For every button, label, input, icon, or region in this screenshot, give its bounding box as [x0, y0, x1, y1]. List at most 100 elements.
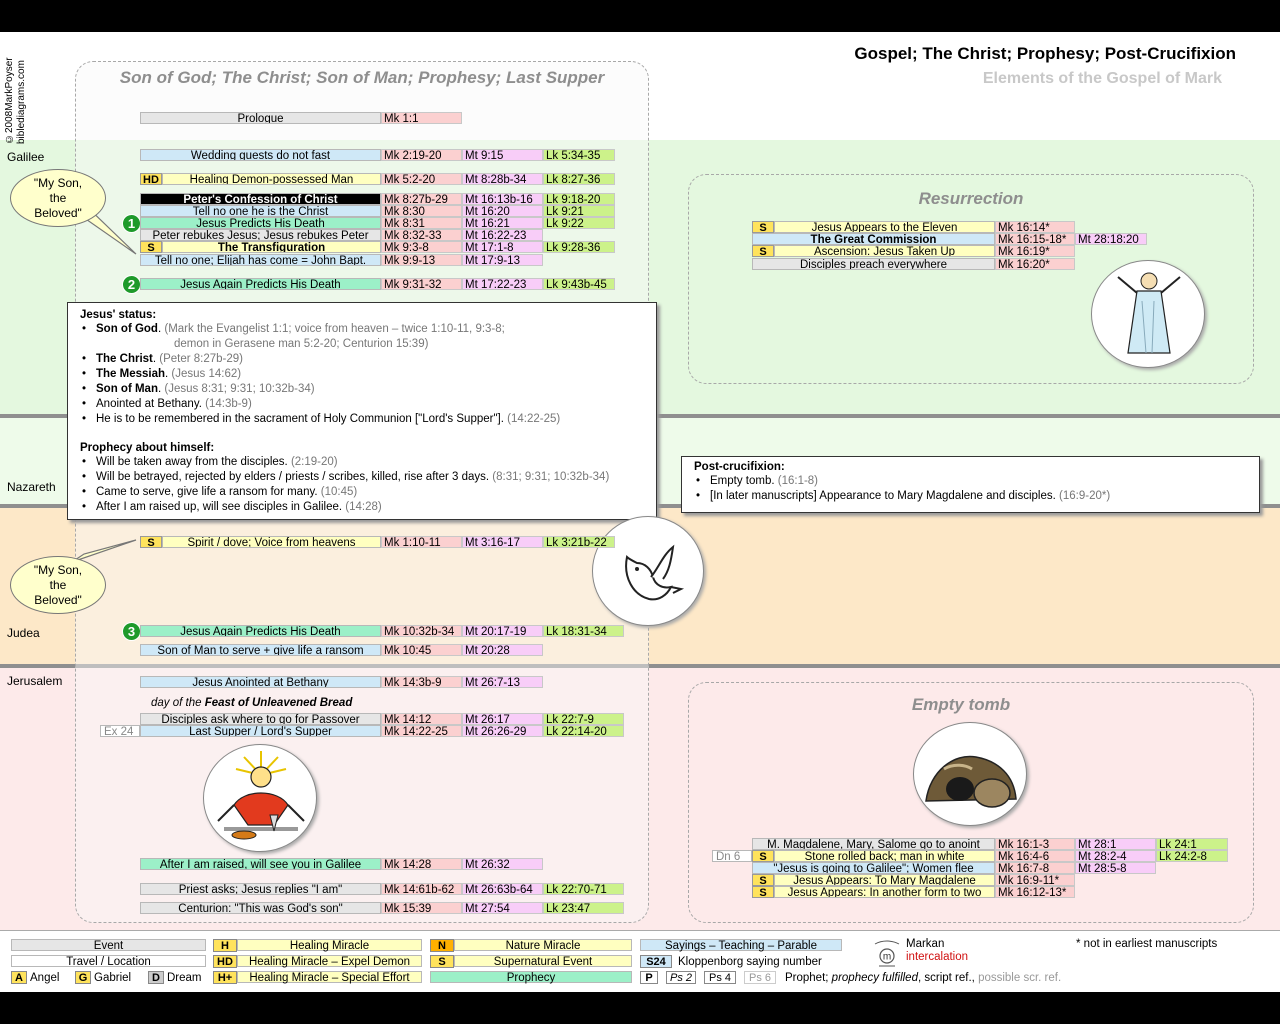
- status-item-ref: (Jesus 14:62): [171, 368, 242, 380]
- row-ascension-tag: S: [752, 245, 774, 258]
- row-stone-lk: Lk 24:2-8: [1156, 850, 1228, 862]
- legend-sayings: Sayings – Teaching – Parable: [640, 939, 842, 952]
- post-item-ref: (16:1-8): [777, 475, 819, 487]
- row-predicts2-mt: Mt 17:22-23: [462, 278, 543, 290]
- row-predicts1-lk: Lk 9:22: [543, 217, 615, 229]
- row-predicts1-label: Jesus Predicts His Death: [140, 217, 381, 229]
- row-eleven-mk: Mk 16:14*: [995, 221, 1075, 233]
- row-rebukes-mk: Mk 8:32-33: [381, 229, 462, 241]
- row-rebukes-mt: Mt 16:22-23: [462, 229, 543, 241]
- legend-prophet-line: Prophet; prophecy fulfilled, script ref.…: [782, 972, 1064, 984]
- ascension-image: [1091, 260, 1205, 368]
- row-supper-mk: Mk 14:22-25: [381, 725, 462, 737]
- row-appears-two-label: Jesus Appears: In another form to two: [774, 886, 995, 898]
- row-centurion-label: Centurion: "This was God's son": [140, 902, 381, 914]
- feast-label: day of the Feast of Unleavened Bread: [148, 697, 388, 709]
- status-item-ref: (Jesus 8:31; 9:31; 10:32b-34): [164, 383, 315, 395]
- legend-hd: Healing Miracle – Expel Demon: [237, 955, 422, 968]
- row-transfig-tag: S: [140, 241, 162, 254]
- row-magdalene-lk: Lk 24:1: [1156, 838, 1228, 850]
- prophecy-number-2: 2: [122, 275, 141, 294]
- row-wedding-mk: Mk 2:19-20: [381, 149, 462, 161]
- legend-angel-tag: A: [11, 971, 27, 984]
- legend-angel: Angel: [30, 972, 60, 984]
- svg-text:m: m: [883, 952, 891, 963]
- status-item-text: Anointed at Bethany.: [96, 398, 206, 410]
- row-priest-label: Priest asks; Jesus replies "I am": [140, 883, 381, 895]
- status-item: Son of Man. (Jesus 8:31; 9:31; 10:32b-34…: [80, 382, 644, 397]
- prophecy-item-text: Will be betrayed, rejected by elders / p…: [96, 471, 493, 483]
- row-transfig-mt: Mt 17:1-8: [462, 241, 543, 253]
- row-healing-mt: Mt 8:28b-34: [462, 173, 543, 185]
- legend-s24-tag: S24: [640, 955, 672, 968]
- row-spirit-tag: S: [140, 536, 162, 549]
- legend-gabriel: Gabriel: [94, 972, 132, 984]
- legend-s24: Kloppenborg saying number: [678, 956, 822, 968]
- row-centurion-mk: Mk 15:39: [381, 902, 462, 914]
- row-stone-tag: S: [752, 850, 774, 863]
- row-stone-mk: Mk 16:4-6: [995, 850, 1075, 862]
- status-item: Anointed at Bethany. (14:3b-9): [80, 397, 644, 412]
- row-commission-mt: Mt 28:18:20: [1075, 233, 1147, 245]
- legend-note: * not in earliest manuscripts: [1076, 938, 1218, 950]
- post-item-text: Empty tomb.: [710, 475, 778, 487]
- prophecy-number-1: 1: [122, 214, 141, 233]
- row-centurion-mt: Mt 27:54: [462, 902, 543, 914]
- legend-p-tag: P: [640, 971, 658, 984]
- prophecy-item-text: Will be taken away from the disciples.: [96, 456, 291, 468]
- legend-s: Supernatural Event: [454, 955, 632, 968]
- row-transfig-lk: Lk 9:28-36: [543, 241, 615, 253]
- legend-gabriel-tag: G: [75, 971, 91, 984]
- row-going-mk: Mk 16:7-8: [995, 862, 1075, 874]
- prophecy-item-ref: (8:31; 9:31; 10:32b-34): [492, 471, 610, 483]
- prophecy-number-3: 3: [122, 622, 141, 641]
- row-spirit-label: Spirit / dove; Voice from heavens: [162, 536, 381, 548]
- row-appears-mm-tag: S: [752, 874, 774, 887]
- row-rebukes-label: Peter rebukes Jesus; Jesus rebukes Peter: [140, 229, 381, 241]
- legend-n: Nature Miracle: [454, 939, 632, 952]
- empty-tomb-image: [913, 722, 1027, 826]
- legend-n-tag: N: [430, 939, 454, 952]
- legend-event: Event: [11, 939, 206, 952]
- row-going-label: "Jesus is going to Galilee"; Women flee: [752, 862, 995, 874]
- row-predicts2-label: Jesus Again Predicts His Death: [140, 278, 381, 290]
- row-magdalene-mk: Mk 16:1-3: [995, 838, 1075, 850]
- row-prologue-label: Prologue: [140, 112, 381, 124]
- status-box: Jesus' status: Son of God. (Mark the Eva…: [67, 302, 657, 520]
- row-predicts2-mk: Mk 9:31-32: [381, 278, 462, 290]
- post-heading: Post-crucifixion:: [694, 461, 785, 473]
- row-supper-mt: Mt 26:26-29: [462, 725, 543, 737]
- row-eleven-label: Jesus Appears to the Eleven: [774, 221, 995, 233]
- row-serve-mt: Mt 20:28: [462, 644, 543, 656]
- legend-ps6: Ps 6: [744, 971, 776, 984]
- row-supper-lk: Lk 22:14-20: [543, 725, 624, 737]
- row-passover-mt: Mt 26:17: [462, 713, 543, 725]
- row-stone-label: Stone rolled back; man in white: [774, 850, 995, 862]
- row-anointed-mt: Mt 26:7-13: [462, 676, 543, 688]
- legend-intercalation: intercalation: [906, 951, 969, 963]
- post-list: Empty tomb. (16:1-8) [In later manuscrip…: [694, 474, 1247, 504]
- legend-dream-tag: D: [148, 971, 164, 984]
- row-supper-ex: Ex 24: [100, 725, 140, 737]
- status-item: He is to be remembered in the sacrament …: [80, 412, 644, 427]
- status-item: Son of God. (Mark the Evangelist 1:1; vo…: [80, 322, 644, 352]
- row-stone-mt: Mt 28:2-4: [1075, 850, 1156, 862]
- row-anointed-mk: Mk 14:3b-9: [381, 676, 462, 688]
- row-elijah-label: Tell no one; Elijah has come = John Bapt…: [140, 254, 381, 266]
- row-priest-lk: Lk 22:70-71: [543, 883, 624, 895]
- status-item-ref: (14:22-25): [507, 413, 561, 425]
- jesus-supper-icon: [217, 751, 305, 840]
- row-spirit-mk: Mk 1:10-11: [381, 536, 462, 548]
- row-passover-label: Disciples ask where to go for Passover: [140, 713, 381, 725]
- status-item: The Christ. (Peter 8:27b-29): [80, 352, 644, 367]
- status-item-bold: The Christ: [96, 353, 153, 365]
- legend-dream: Dream: [167, 972, 202, 984]
- row-elijah-mk: Mk 9:9-13: [381, 254, 462, 266]
- status-item-bold: Son of God: [96, 323, 158, 335]
- row-centurion-lk: Lk 23:47: [543, 902, 624, 914]
- row-predicts3-mt: Mt 20:17-19: [462, 625, 543, 637]
- row-prologue-mk: Mk 1:1: [381, 112, 462, 124]
- feast-name: Feast of Unleavened Bread: [204, 697, 353, 709]
- row-preach-label: Disciples preach everywhere: [752, 258, 995, 270]
- prophecy-heading: Prophecy about himself:: [80, 442, 215, 454]
